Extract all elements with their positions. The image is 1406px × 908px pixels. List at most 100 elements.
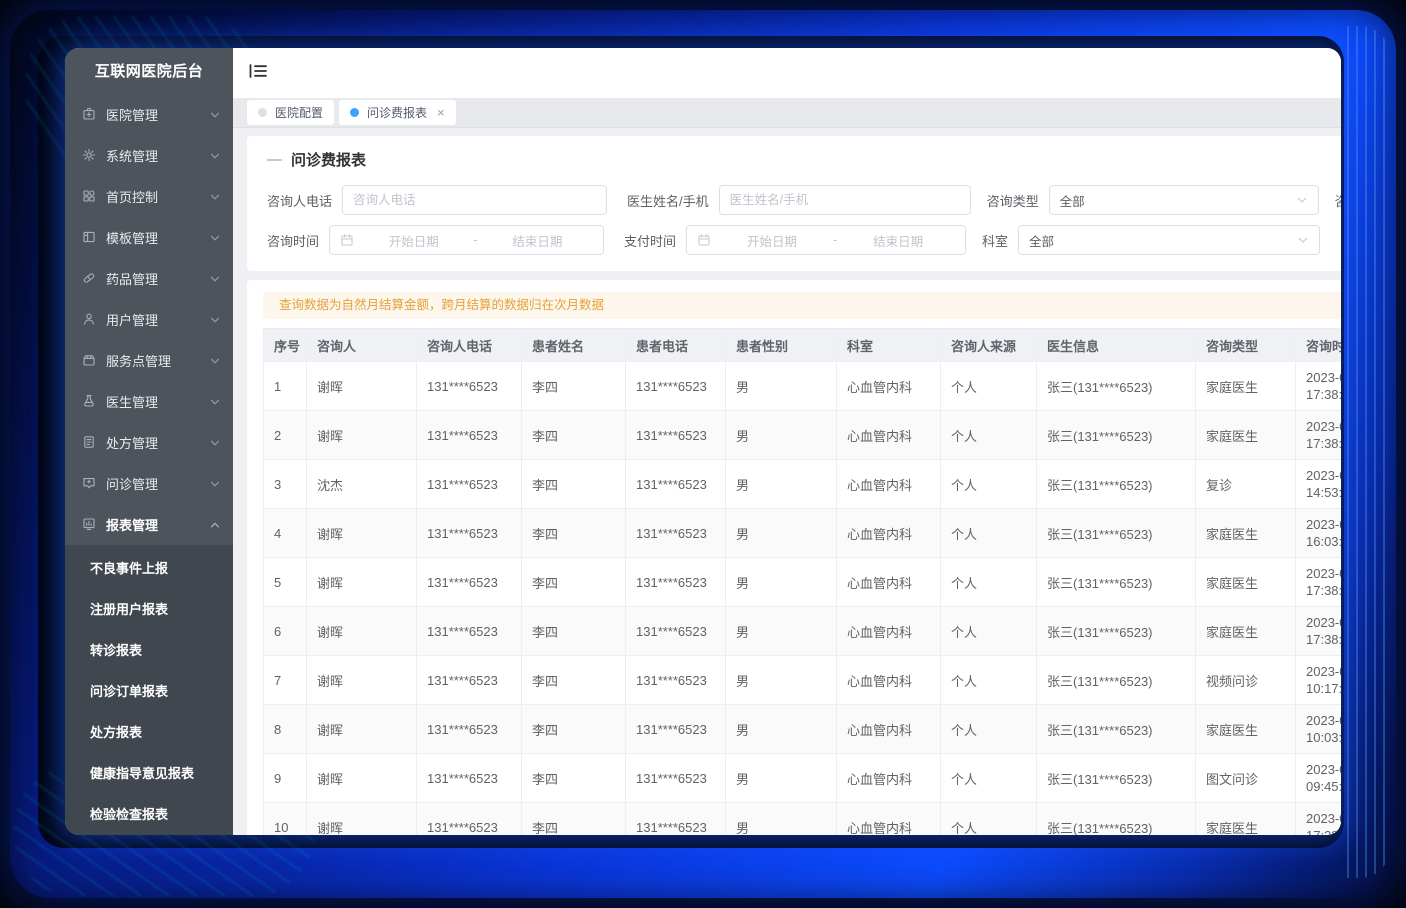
sidebar-item-0[interactable]: 医院管理	[65, 94, 233, 135]
cell-no: 10	[264, 803, 307, 836]
sidebar-item-3[interactable]: 模板管理	[65, 217, 233, 258]
cell-no: 9	[264, 754, 307, 803]
pay-time-range-picker[interactable]: 开始日期 - 结束日期	[686, 225, 966, 255]
cell-patient: 李四	[522, 411, 626, 460]
flask-icon	[82, 394, 97, 409]
cell-consultant_phone: 131****6523	[417, 803, 522, 836]
table-row: 5谢晖131****6523李四131****6523男心血管内科个人张三(13…	[264, 558, 1342, 607]
table-row: 6谢晖131****6523李四131****6523男心血管内科个人张三(13…	[264, 607, 1342, 656]
end-date-placeholder: 结束日期	[482, 231, 593, 250]
cell-doctor: 张三(131****6523)	[1037, 411, 1196, 460]
cell-source: 个人	[941, 803, 1037, 836]
cell-dept: 心血管内科	[837, 558, 941, 607]
sidebar-item-2[interactable]: 首页控制	[65, 176, 233, 217]
cell-doctor: 张三(131****6523)	[1037, 362, 1196, 411]
cell-patient: 李四	[522, 558, 626, 607]
date-separator: -	[473, 233, 477, 247]
sidebar-menu: 医院管理系统管理首页控制模板管理药品管理用户管理服务点管理医生管理处方管理问诊管…	[65, 94, 233, 545]
submenu-item-5[interactable]: 健康指导意见报表	[65, 753, 233, 794]
sidebar-item-6[interactable]: 服务点管理	[65, 340, 233, 381]
report-icon	[82, 517, 97, 532]
cell-consultant_phone: 131****6523	[417, 607, 522, 656]
box-icon	[82, 353, 97, 368]
cell-consultant: 谢晖	[307, 607, 417, 656]
gear-icon	[82, 148, 97, 163]
sidebar-item-8[interactable]: 处方管理	[65, 422, 233, 463]
submenu-item-6[interactable]: 检验检查报表	[65, 794, 233, 835]
cell-type: 家庭医生	[1196, 411, 1296, 460]
submenu-item-0[interactable]: 不良事件上报	[65, 548, 233, 589]
cell-patient_phone: 131****6523	[626, 607, 726, 656]
sidebar-item-10[interactable]: 报表管理	[65, 504, 233, 545]
cell-dept: 心血管内科	[837, 460, 941, 509]
cell-consultant_phone: 131****6523	[417, 754, 522, 803]
user-icon	[82, 312, 97, 327]
cell-patient: 李四	[522, 509, 626, 558]
sidebar-collapse-icon[interactable]	[248, 63, 268, 83]
consult-time: 14:53:54	[1306, 484, 1341, 501]
tab-0[interactable]: 医院配置	[247, 100, 334, 125]
cell-consultant: 沈杰	[307, 460, 417, 509]
sidebar-item-4[interactable]: 药品管理	[65, 258, 233, 299]
cell-gender: 男	[726, 754, 837, 803]
consult-date: 2023-03-0	[1306, 810, 1341, 827]
sidebar: 互联网医院后台 医院管理系统管理首页控制模板管理药品管理用户管理服务点管理医生管…	[65, 48, 233, 835]
cell-consult-time: 2023-03-017:38:25	[1296, 411, 1342, 460]
panel-title: — 问诊费报表	[267, 149, 1341, 170]
cell-gender: 男	[726, 509, 837, 558]
cell-source: 个人	[941, 362, 1037, 411]
cell-consult-time: 2023-03-014:53:54	[1296, 460, 1342, 509]
sidebar-item-7[interactable]: 医生管理	[65, 381, 233, 422]
doctor-input[interactable]	[730, 193, 960, 207]
chevron-down-icon	[209, 232, 221, 244]
sidebar-item-1[interactable]: 系统管理	[65, 135, 233, 176]
consult-type-select[interactable]: 全部	[1049, 185, 1319, 215]
cell-consultant: 谢晖	[307, 411, 417, 460]
sidebar-item-5[interactable]: 用户管理	[65, 299, 233, 340]
clipped-filter-label: 咨询人	[1335, 191, 1341, 210]
cell-dept: 心血管内科	[837, 509, 941, 558]
page-title: 问诊费报表	[291, 149, 366, 170]
dept-select[interactable]: 全部	[1018, 225, 1320, 255]
cell-type: 家庭医生	[1196, 362, 1296, 411]
sidebar-item-label: 报表管理	[106, 515, 209, 534]
cell-patient_phone: 131****6523	[626, 754, 726, 803]
column-header-10: 咨询时间	[1296, 329, 1342, 362]
sidebar-item-9[interactable]: 问诊管理	[65, 463, 233, 504]
cell-doctor: 张三(131****6523)	[1037, 803, 1196, 836]
report-table-panel: 查询数据为自然月结算金额，跨月结算的数据归在次月数据 序号咨询人咨询人电话患者姓…	[247, 280, 1341, 835]
consult-time-range-picker[interactable]: 开始日期 - 结束日期	[329, 225, 604, 255]
start-date-placeholder: 开始日期	[715, 231, 829, 250]
column-header-4: 患者电话	[626, 329, 726, 362]
sidebar-item-label: 系统管理	[106, 146, 209, 165]
tab-label: 问诊费报表	[367, 104, 427, 121]
doctor-input-wrap	[719, 185, 971, 215]
cell-source: 个人	[941, 411, 1037, 460]
table-row: 7谢晖131****6523李四131****6523男心血管内科个人张三(13…	[264, 656, 1342, 705]
cell-patient: 李四	[522, 362, 626, 411]
date-separator: -	[833, 233, 837, 247]
submenu-item-1[interactable]: 注册用户报表	[65, 589, 233, 630]
submenu-item-2[interactable]: 转诊报表	[65, 630, 233, 671]
chat-icon	[82, 476, 97, 491]
cell-no: 4	[264, 509, 307, 558]
cell-dept: 心血管内科	[837, 411, 941, 460]
cell-source: 个人	[941, 558, 1037, 607]
close-icon[interactable]: ×	[437, 106, 445, 119]
tab-bar: 医院配置 问诊费报表 ×	[233, 98, 1341, 128]
cell-gender: 男	[726, 362, 837, 411]
cell-type: 家庭医生	[1196, 705, 1296, 754]
submenu-item-4[interactable]: 处方报表	[65, 712, 233, 753]
tab-1[interactable]: 问诊费报表 ×	[339, 100, 456, 125]
report-table: 序号咨询人咨询人电话患者姓名患者电话患者性别科室咨询人来源医生信息咨询类型咨询时…	[263, 328, 1341, 835]
submenu-item-3[interactable]: 问诊订单报表	[65, 671, 233, 712]
consult-time: 16:03:52	[1306, 533, 1341, 550]
column-header-3: 患者姓名	[522, 329, 626, 362]
cell-consultant: 谢晖	[307, 656, 417, 705]
cell-gender: 男	[726, 607, 837, 656]
chevron-down-icon	[209, 478, 221, 490]
pay-time-label: 支付时间	[624, 231, 676, 250]
collapse-minus-icon[interactable]: —	[267, 151, 282, 168]
consult-phone-input[interactable]	[353, 193, 596, 207]
filter-row-2: 咨询时间 开始日期 - 结束日期 支付时间 开始日期 - 结束日期 科室	[267, 225, 1341, 255]
